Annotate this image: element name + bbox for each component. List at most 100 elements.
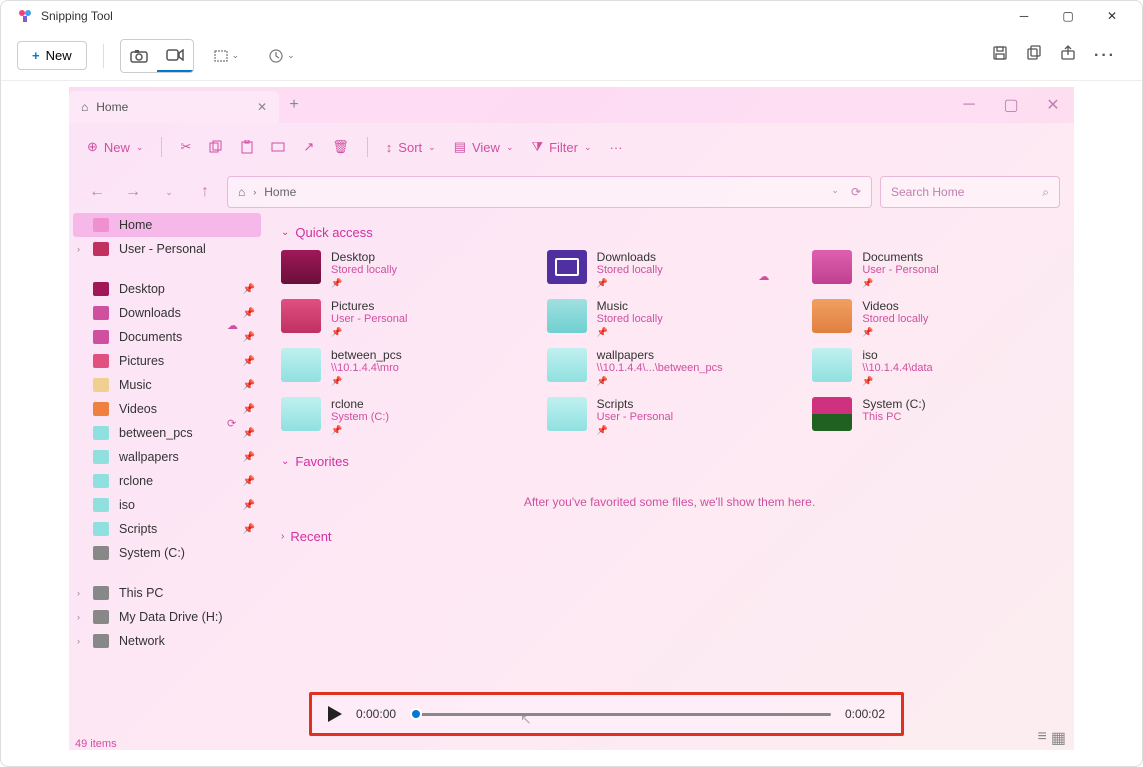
shape-dropdown[interactable]: ⌄ bbox=[204, 50, 250, 62]
quick-access-videos[interactable]: VideosStored locally📌 bbox=[812, 299, 1058, 338]
dropdown-history[interactable]: ⌄ bbox=[155, 187, 183, 198]
quick-access-rclone[interactable]: ⟳rcloneSystem (C:)📌 bbox=[281, 397, 527, 436]
scrubber-thumb[interactable] bbox=[410, 708, 422, 720]
quick-access-scripts[interactable]: ScriptsUser - Personal📌 bbox=[547, 397, 793, 436]
favorites-header[interactable]: ⌄Favorites bbox=[281, 454, 1058, 469]
chevron-icon: › bbox=[77, 612, 80, 622]
quick-access-iso[interactable]: iso\\10.1.4.4\data📌 bbox=[812, 348, 1058, 387]
pin-icon: 📌 bbox=[243, 380, 255, 391]
status-bar: 49 items bbox=[75, 738, 117, 750]
cloud-icon: ☁ bbox=[758, 270, 769, 283]
sidebar-item-user-personal[interactable]: ›User - Personal bbox=[69, 237, 265, 261]
sort-button[interactable]: ↕Sort⌄ bbox=[386, 140, 436, 155]
folder-icon bbox=[812, 299, 852, 333]
maximize-button[interactable]: ▢ bbox=[1046, 1, 1090, 31]
search-input[interactable]: Search Home ⌕ bbox=[880, 176, 1060, 208]
sidebar-item-iso[interactable]: iso📌 bbox=[69, 493, 265, 517]
new-button[interactable]: + New bbox=[17, 41, 87, 70]
pin-icon: 📌 bbox=[243, 308, 255, 319]
video-mode-button[interactable] bbox=[157, 40, 193, 72]
sidebar-item-home[interactable]: Home bbox=[73, 213, 261, 237]
quick-access-header[interactable]: ⌄Quick access bbox=[281, 225, 1058, 240]
new-tab-button[interactable]: + bbox=[279, 96, 309, 114]
pin-icon: 📌 bbox=[862, 278, 938, 289]
close-button[interactable]: ✕ bbox=[1090, 1, 1134, 31]
minimize-button[interactable]: ─ bbox=[1002, 1, 1046, 31]
camera-mode-button[interactable] bbox=[121, 40, 157, 72]
address-bar[interactable]: ⌂ › Home ⌄⟳ bbox=[227, 176, 872, 208]
rename-button[interactable] bbox=[271, 141, 285, 153]
quick-access-pictures[interactable]: ☁PicturesUser - Personal📌 bbox=[281, 299, 527, 338]
item-location: User - Personal bbox=[331, 313, 407, 325]
sidebar-item-this-pc[interactable]: ›This PC bbox=[69, 581, 265, 605]
share-button[interactable] bbox=[1060, 45, 1076, 66]
play-button[interactable] bbox=[328, 706, 342, 722]
home-icon: ⌂ bbox=[238, 185, 245, 199]
quick-access-documents[interactable]: ☁DocumentsUser - Personal📌 bbox=[812, 250, 1058, 289]
sidebar-item-pictures[interactable]: Pictures📌 bbox=[69, 349, 265, 373]
cut-button[interactable]: ✂ bbox=[180, 139, 191, 155]
up-button[interactable]: ↑ bbox=[191, 183, 219, 201]
label: Network bbox=[119, 634, 165, 648]
refresh-button[interactable]: ⟳ bbox=[851, 185, 861, 199]
more-button[interactable]: ··· bbox=[1094, 47, 1116, 65]
quick-access-music[interactable]: MusicStored locally📌 bbox=[547, 299, 793, 338]
copy-button[interactable] bbox=[1026, 45, 1042, 66]
video-scrubber[interactable] bbox=[410, 713, 831, 716]
sidebar-item-network[interactable]: ›Network bbox=[69, 629, 265, 653]
sidebar-item-music[interactable]: Music📌 bbox=[69, 373, 265, 397]
close-tab-button[interactable]: ✕ bbox=[257, 100, 267, 114]
more-button[interactable]: ··· bbox=[610, 140, 623, 155]
copy-icon bbox=[209, 140, 223, 154]
chevron-down-icon[interactable]: ⌄ bbox=[831, 185, 839, 199]
explorer-close-button[interactable]: ✕ bbox=[1032, 90, 1074, 120]
explorer-minimize-button[interactable]: ─ bbox=[948, 90, 990, 120]
plus-icon: + bbox=[32, 48, 40, 63]
chevron-down-icon: ⌄ bbox=[287, 50, 295, 61]
sidebar-item-rclone[interactable]: rclone📌 bbox=[69, 469, 265, 493]
back-button[interactable]: ← bbox=[83, 183, 111, 201]
folder-icon bbox=[93, 282, 109, 296]
sidebar-item-scripts[interactable]: Scripts📌 bbox=[69, 517, 265, 541]
quick-access-desktop[interactable]: DesktopStored locally📌 bbox=[281, 250, 527, 289]
item-name: iso bbox=[862, 348, 932, 362]
item-location: \\10.1.4.4\data bbox=[862, 362, 932, 374]
sidebar-item-desktop[interactable]: Desktop📌 bbox=[69, 277, 265, 301]
rectangle-icon bbox=[214, 50, 228, 62]
filter-button[interactable]: ⧩Filter⌄ bbox=[531, 139, 591, 155]
save-button[interactable] bbox=[992, 45, 1008, 66]
rename-icon bbox=[271, 141, 285, 153]
delay-dropdown[interactable]: ⌄ bbox=[259, 49, 305, 63]
address-row: ← → ⌄ ↑ ⌂ › Home ⌄⟳ Search Home ⌕ bbox=[69, 171, 1074, 213]
copy-button[interactable] bbox=[209, 140, 223, 154]
quick-access-downloads[interactable]: DownloadsStored locally📌 bbox=[547, 250, 793, 289]
quick-access-wallpapers[interactable]: wallpapers\\10.1.4.4\...\between_pcs📌 bbox=[547, 348, 793, 387]
view-button[interactable]: ▤View⌄ bbox=[454, 139, 514, 155]
clipboard-icon bbox=[241, 140, 253, 154]
label: Documents bbox=[119, 330, 182, 344]
sidebar-item-wallpapers[interactable]: wallpapers📌 bbox=[69, 445, 265, 469]
window-title: Snipping Tool bbox=[41, 9, 1002, 23]
share-button[interactable]: ↗ bbox=[303, 139, 314, 155]
quick-access-system-c-[interactable]: System (C:)This PC bbox=[812, 397, 1058, 436]
sidebar-item-system-c-[interactable]: System (C:) bbox=[69, 541, 265, 565]
recent-header[interactable]: ›Recent bbox=[281, 529, 1058, 544]
item-location: \\10.1.4.4\mro bbox=[331, 362, 402, 374]
label: Downloads bbox=[119, 306, 181, 320]
home-icon bbox=[93, 218, 109, 232]
pin-icon: 📌 bbox=[243, 356, 255, 367]
details-view-icon[interactable]: ≡ bbox=[1038, 728, 1047, 748]
forward-button[interactable]: → bbox=[119, 183, 147, 201]
explorer-new-button[interactable]: ⊕New⌄ bbox=[87, 139, 143, 155]
explorer-tab-home[interactable]: ⌂ Home ✕ bbox=[69, 91, 279, 123]
paste-button[interactable] bbox=[241, 140, 253, 154]
item-location: Stored locally bbox=[331, 264, 397, 276]
delete-button[interactable]: 🗑 bbox=[332, 139, 349, 155]
explorer-maximize-button[interactable]: ▢ bbox=[990, 90, 1032, 120]
sidebar-item-my-data-drive-h-[interactable]: ›My Data Drive (H:) bbox=[69, 605, 265, 629]
tiles-view-icon[interactable]: ▦ bbox=[1051, 728, 1066, 748]
view-toggle[interactable]: ≡▦ bbox=[1038, 728, 1066, 748]
quick-access-between-pcs[interactable]: between_pcs\\10.1.4.4\mro📌 bbox=[281, 348, 527, 387]
chevron-down-icon: ⌄ bbox=[281, 227, 289, 238]
explorer-tabs: ⌂ Home ✕ + ─ ▢ ✕ bbox=[69, 87, 1074, 123]
